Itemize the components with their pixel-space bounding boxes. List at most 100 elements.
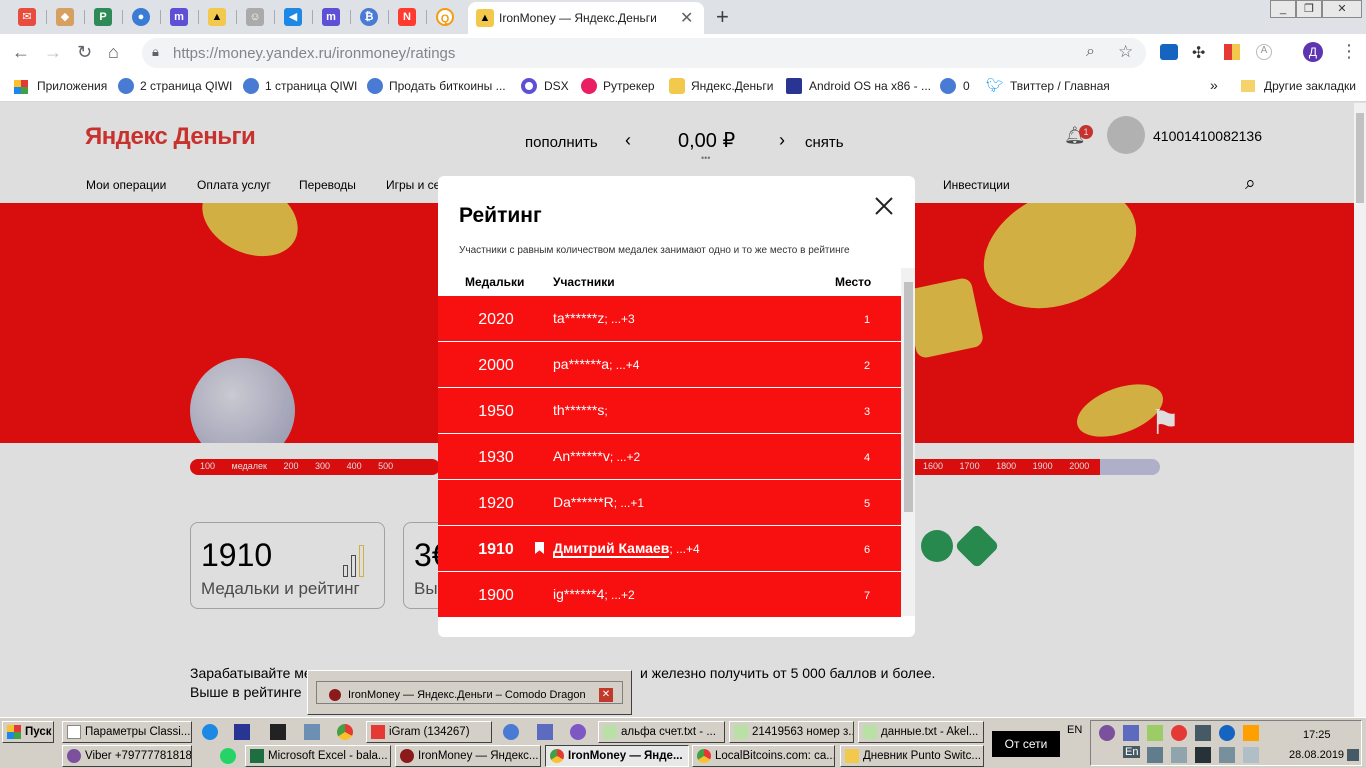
taskbar-item[interactable]: IronMoney — Яндекс... [395, 745, 541, 767]
q-tab-icon[interactable]: Q [436, 8, 454, 26]
signal-icon[interactable] [1147, 747, 1163, 763]
clock-date[interactable]: 28.08.2019 [1289, 749, 1344, 761]
yandex-money-tab-icon[interactable]: ▲ [208, 8, 226, 26]
bitcoin-tab-icon[interactable]: ₿ [360, 8, 378, 26]
profile-avatar[interactable]: Д [1303, 42, 1323, 62]
extension-flag-icon[interactable] [1224, 44, 1240, 60]
address-bar[interactable]: 🔒︎ https://money.yandex.ru/ironmoney/rat… [142, 38, 1146, 68]
whatsapp-icon[interactable] [220, 748, 236, 764]
viber-tray-icon[interactable] [1099, 725, 1115, 741]
chrome-icon[interactable] [337, 724, 353, 740]
tray-icon[interactable] [1123, 725, 1139, 741]
bookmark-yandex-money[interactable]: Яндекс.Деньги [691, 79, 773, 93]
forward-icon[interactable]: → [44, 42, 62, 63]
bookmark-zero[interactable]: 0 [963, 79, 970, 93]
folder-icon [1241, 80, 1255, 92]
m2-tab-icon[interactable]: m [322, 8, 340, 26]
ie-icon[interactable] [202, 724, 218, 740]
bookmark-dsx[interactable]: DSX [544, 79, 569, 93]
bookmark-sell-bitcoin[interactable]: Продать биткоины ... [389, 79, 506, 93]
globe-tab-icon[interactable]: ● [132, 8, 150, 26]
taskbar-item[interactable]: данные.txt - Akel... [858, 721, 984, 743]
extension-a-icon[interactable]: A [1256, 44, 1272, 60]
tray-icon[interactable] [1195, 747, 1211, 763]
tray-icon[interactable] [1171, 747, 1187, 763]
taskbar-item[interactable]: Дневник Punto Switc... [840, 745, 984, 767]
new-tab-button[interactable]: + [716, 4, 729, 30]
page-scrollbar[interactable] [1354, 103, 1366, 717]
taskbar-preview[interactable]: IronMoney — Яндекс.Деньги – Comodo Drago… [307, 670, 632, 715]
bookmark-android-x86[interactable]: Android OS на x86 - ... [809, 79, 931, 93]
n-tab-icon[interactable]: N [398, 8, 416, 26]
taskbar-item[interactable]: iGram (134267) [366, 721, 492, 743]
app-icon[interactable] [503, 724, 519, 740]
start-button[interactable]: Пуск [2, 721, 54, 743]
star-icon[interactable]: ☆ [1118, 42, 1133, 62]
offline-status[interactable]: От сети [992, 731, 1060, 757]
network-icon[interactable] [304, 724, 320, 740]
taskbar-item[interactable]: 21419563 номер з... [729, 721, 854, 743]
bluetooth-icon[interactable] [1219, 725, 1235, 741]
extension-puzzle-icon[interactable]: ✣ [1192, 43, 1205, 63]
bookmark-qiwi-1[interactable]: 1 страница QIWI [265, 79, 357, 93]
modal-scrollbar[interactable] [901, 268, 915, 616]
app-icon[interactable] [537, 724, 553, 740]
extension-eye-icon[interactable] [1160, 44, 1178, 60]
home-icon[interactable]: ⌂ [108, 42, 119, 63]
taskbar-item[interactable]: Параметры Classi... [62, 721, 192, 743]
tray-icon[interactable] [1347, 749, 1359, 761]
tray-icon[interactable] [1219, 747, 1235, 763]
tray-icon[interactable] [1195, 725, 1211, 741]
close-icon[interactable]: ✕ [599, 688, 613, 702]
row-more[interactable]: ; ...+1 [614, 496, 644, 510]
bookmark-rutracker[interactable]: Рутрекер [603, 79, 655, 93]
bookmark-twitter[interactable]: Твиттер / Главная [1010, 79, 1110, 93]
row-more[interactable]: ; ...+3 [604, 312, 634, 326]
row-more[interactable]: ; ...+4 [669, 542, 699, 556]
zoom-icon[interactable]: ⌕ [1086, 43, 1095, 61]
taskbar-item-active[interactable]: IronMoney — Янде... [545, 745, 689, 767]
arrow-tab-icon[interactable]: ◀ [284, 8, 302, 26]
row-more[interactable]: ; ...+4 [609, 358, 639, 372]
close-icon[interactable] [872, 194, 896, 218]
taskbar-item[interactable]: Microsoft Excel - bala... [245, 745, 391, 767]
cmd-icon[interactable] [270, 724, 286, 740]
rating-row: 2000 pa******a; ...+4 2 [438, 342, 901, 388]
app-icon[interactable] [570, 724, 586, 740]
language-indicator[interactable]: EN [1067, 724, 1082, 736]
tray-icon[interactable] [1243, 725, 1259, 741]
menu-icon[interactable]: ⋮ [1340, 41, 1358, 62]
bookmark-other[interactable]: Другие закладки [1264, 79, 1356, 93]
row-more[interactable]: ; ...+2 [604, 588, 634, 602]
taskbar-item[interactable]: Viber +79777781818 [62, 745, 192, 767]
more-bookmarks-icon[interactable]: » [1210, 77, 1218, 93]
back-icon[interactable]: ← [12, 42, 30, 63]
gmail-tab-icon[interactable]: ✉ [18, 8, 36, 26]
row-member[interactable]: Дмитрий Камаев [553, 540, 670, 558]
url-host: https://money.yandex.ru [173, 45, 332, 62]
fox-tab-icon[interactable]: ◆ [56, 8, 74, 26]
save-icon[interactable] [234, 724, 250, 740]
restore-button[interactable]: ❐ [1296, 0, 1322, 18]
system-tray: En 17:25 28.08.2019 [1090, 720, 1362, 766]
taskbar-item[interactable]: LocalBitcoins.com: ca... [692, 745, 835, 767]
volume-icon[interactable] [1243, 747, 1259, 763]
dsx-icon [521, 78, 537, 94]
igram-icon [371, 725, 385, 739]
reload-icon[interactable]: ↻ [77, 42, 92, 63]
bookmark-qiwi-2[interactable]: 2 страница QIWI [140, 79, 232, 93]
active-tab[interactable]: ▲ IronMoney — Яндекс.Деньги ✕ [468, 2, 704, 34]
tray-icon[interactable] [1171, 725, 1187, 741]
minimize-button[interactable]: _ [1270, 0, 1296, 18]
taskbar-item[interactable]: альфа счет.txt - ... [598, 721, 725, 743]
tray-icon[interactable] [1147, 725, 1163, 741]
m-tab-icon[interactable]: m [170, 8, 188, 26]
close-window-button[interactable]: ✕ [1322, 0, 1362, 18]
keyboard-layout[interactable]: En [1123, 746, 1141, 758]
clock-time[interactable]: 17:25 [1303, 729, 1331, 741]
shield-tab-icon[interactable]: ☺ [246, 8, 264, 26]
p-tab-icon[interactable]: P [94, 8, 112, 26]
row-more[interactable]: ; ...+2 [610, 450, 640, 464]
bookmark-apps[interactable]: Приложения [37, 79, 107, 93]
close-tab-icon[interactable]: ✕ [680, 8, 693, 28]
